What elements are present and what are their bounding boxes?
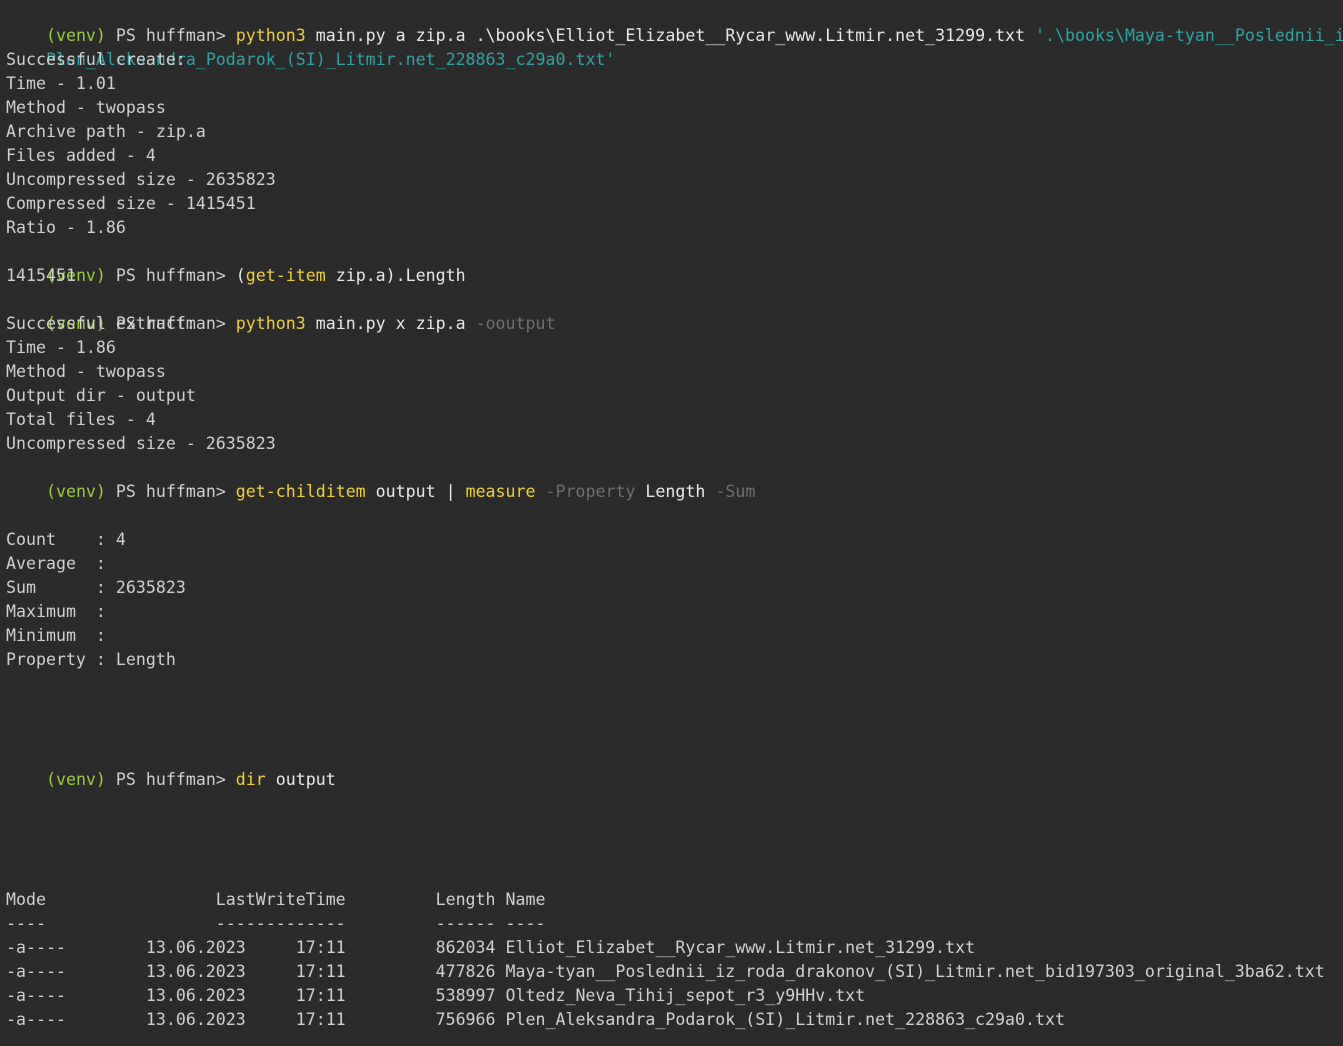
output-line: 1415451: [6, 266, 76, 285]
dir-table-row: -a---- 13.06.2023 17:11 862034 Elliot_El…: [6, 938, 976, 957]
output-line: Compressed size - 1415451: [6, 194, 256, 213]
output-line: Method - twopass: [6, 362, 166, 381]
dir-table-row: -a---- 13.06.2023 17:11 538997 Oltedz_Ne…: [6, 986, 866, 1005]
command-line-measure: (venv) PS huffman> get-childitem output …: [6, 456, 755, 501]
output-line: Uncompressed size - 2635823: [6, 434, 276, 453]
output-line: Archive path - zip.a: [6, 122, 206, 141]
output-line: Successful create:: [6, 50, 186, 69]
measure-output-line: Maximum :: [6, 602, 106, 621]
command-line-dir: (venv) PS huffman> dir output: [6, 744, 336, 789]
measure-output-line: Count : 4: [6, 530, 126, 549]
prompt-text: PS huffman>: [105, 266, 236, 285]
measure-output-line: Property : Length: [6, 650, 176, 669]
command-param: -Property: [535, 482, 636, 501]
command-string-arg: '.\books\Maya-tyan__Poslednii_iz_ro: [1035, 26, 1343, 45]
command-name: dir: [235, 770, 266, 789]
dir-table-header: Mode LastWriteTime Length Name: [6, 890, 546, 909]
command-name: python3: [235, 314, 306, 333]
command-name-measure: measure: [465, 482, 536, 501]
output-line: Time - 1.86: [6, 338, 116, 357]
measure-output-line: Minimum :: [6, 626, 106, 645]
command-line-extract: (venv) PS huffman> python3 main.py x zip…: [6, 288, 556, 333]
command-args: main.py x zip.a: [305, 314, 476, 333]
command-name: get-childitem: [235, 482, 366, 501]
output-line: Method - twopass: [6, 98, 166, 117]
output-line: Uncompressed size - 2635823: [6, 170, 276, 189]
prompt-text: PS huffman>: [105, 482, 236, 501]
command-param: -Sum: [715, 482, 756, 501]
output-line: Total files - 4: [6, 410, 156, 429]
command-param: -ooutput: [475, 314, 556, 333]
prompt-text: PS huffman>: [105, 770, 236, 789]
dir-table-row: -a---- 13.06.2023 17:11 756966 Plen_Alek…: [6, 1010, 1065, 1029]
measure-output-line: Average :: [6, 554, 106, 573]
output-line: Output dir - output: [6, 386, 196, 405]
command-args: zip.a).Length: [325, 266, 466, 285]
command-args: output: [265, 770, 336, 789]
venv-label: (venv): [45, 482, 106, 501]
command-name: get-item: [245, 266, 326, 285]
measure-output-line: Sum : 2635823: [6, 578, 186, 597]
command-args: output |: [365, 482, 466, 501]
command-line-getitem: (venv) PS huffman> (get-item zip.a).Leng…: [6, 240, 466, 285]
output-line: Ratio - 1.86: [6, 218, 126, 237]
output-line: Time - 1.01: [6, 74, 116, 93]
dir-table-row: -a---- 13.06.2023 17:11 477826 Maya-tyan…: [6, 962, 1325, 981]
venv-label: (venv): [45, 770, 106, 789]
command-args: Length: [635, 482, 716, 501]
terminal-window[interactable]: (venv) PS huffman> python3 main.py a zip…: [0, 0, 1343, 1046]
paren-open: (: [235, 266, 246, 285]
command-line-create: (venv) PS huffman> python3 main.py a zip…: [6, 0, 1343, 45]
output-line: Successful extract:: [6, 314, 196, 333]
command-line-create-wrap: Plen_Aleksandra_Podarok_(SI)_Litmir.net_…: [6, 24, 615, 69]
dir-table-separator: ---- ------------- ------ ----: [6, 914, 546, 933]
output-line: Files added - 4: [6, 146, 156, 165]
